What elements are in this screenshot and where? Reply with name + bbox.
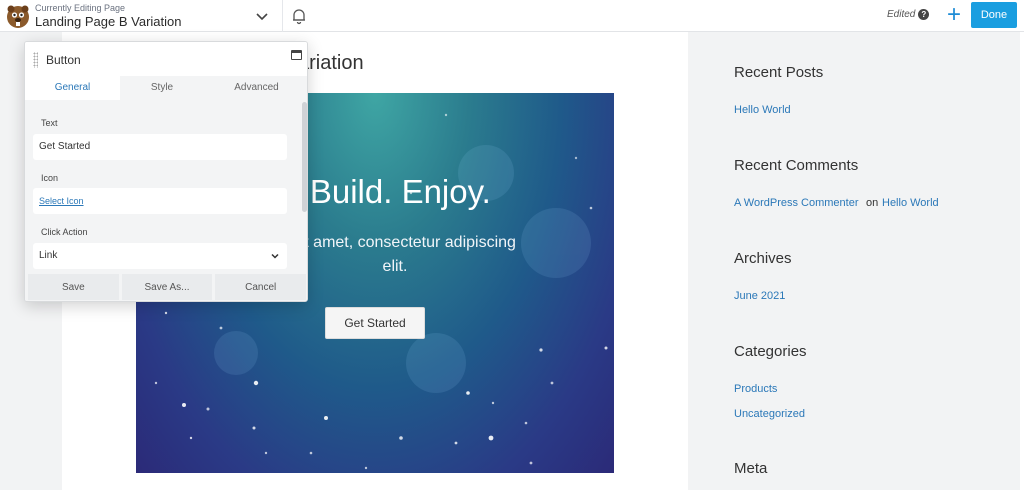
select-icon-link[interactable]: Select Icon bbox=[33, 188, 287, 214]
categories-title: Categories bbox=[734, 343, 807, 360]
bell-icon[interactable] bbox=[290, 7, 308, 25]
tab-style[interactable]: Style bbox=[120, 76, 204, 100]
expand-icon[interactable] bbox=[291, 50, 302, 60]
editing-subtitle: Currently Editing Page bbox=[35, 3, 126, 13]
chevron-down-icon[interactable] bbox=[254, 8, 270, 24]
cancel-button[interactable]: Cancel bbox=[215, 274, 307, 300]
page-scrollbar[interactable] bbox=[1020, 32, 1024, 490]
comment-post-link[interactable]: Hello World bbox=[882, 197, 939, 209]
recent-posts-title: Recent Posts bbox=[734, 64, 824, 81]
drag-handle-icon[interactable] bbox=[33, 52, 38, 68]
comment-author-link[interactable]: A WordPress Commenter bbox=[734, 197, 859, 209]
page-title: Landing Page B Variation bbox=[35, 14, 182, 29]
comment-on-text: on bbox=[866, 197, 879, 209]
archive-link[interactable]: June 2021 bbox=[734, 290, 785, 302]
get-started-button[interactable]: Get Started bbox=[325, 307, 425, 339]
recent-comments-title: Recent Comments bbox=[734, 157, 859, 174]
plus-icon[interactable]: + bbox=[944, 3, 964, 27]
recent-post-link[interactable]: Hello World bbox=[734, 104, 791, 116]
edit-status: Edited ? bbox=[887, 9, 930, 20]
top-bar: Currently Editing Page Landing Page B Va… bbox=[0, 0, 1024, 32]
tab-advanced[interactable]: Advanced bbox=[204, 76, 307, 100]
category-link-uncategorized[interactable]: Uncategorized bbox=[734, 408, 805, 420]
panel-tabs: General Style Advanced bbox=[25, 76, 307, 100]
button-settings-panel: Button General Style Advanced Text Get S… bbox=[24, 41, 308, 302]
sidebar: Recent Posts Hello World Recent Comments… bbox=[688, 32, 1024, 490]
panel-footer: Save Save As... Cancel bbox=[25, 272, 307, 301]
edit-status-text: Edited bbox=[887, 9, 916, 20]
archives-title: Archives bbox=[734, 250, 792, 267]
panel-header[interactable]: Button bbox=[25, 42, 307, 76]
panel-title: Button bbox=[46, 53, 81, 67]
save-as-button[interactable]: Save As... bbox=[121, 274, 213, 300]
meta-title: Meta bbox=[734, 460, 768, 477]
tab-general[interactable]: General bbox=[25, 76, 120, 100]
help-icon[interactable]: ? bbox=[918, 9, 930, 20]
chevron-down-icon bbox=[271, 253, 279, 259]
panel-scrollbar[interactable] bbox=[302, 102, 307, 212]
beaver-logo-icon[interactable] bbox=[5, 3, 31, 29]
page-title-block[interactable]: Currently Editing Page Landing Page B Va… bbox=[35, 3, 181, 30]
icon-field-label: Icon bbox=[41, 173, 59, 183]
divider bbox=[282, 0, 283, 32]
done-button[interactable]: Done bbox=[971, 2, 1017, 28]
click-action-label: Click Action bbox=[41, 227, 88, 237]
text-field-label: Text bbox=[41, 118, 58, 128]
category-link-products[interactable]: Products bbox=[734, 383, 777, 395]
text-input[interactable]: Get Started bbox=[33, 134, 287, 160]
panel-body: Text Get Started Icon Select Icon Click … bbox=[25, 100, 307, 272]
click-action-select[interactable]: Link bbox=[33, 243, 287, 269]
click-action-value: Link bbox=[39, 250, 58, 261]
save-button[interactable]: Save bbox=[28, 274, 119, 300]
